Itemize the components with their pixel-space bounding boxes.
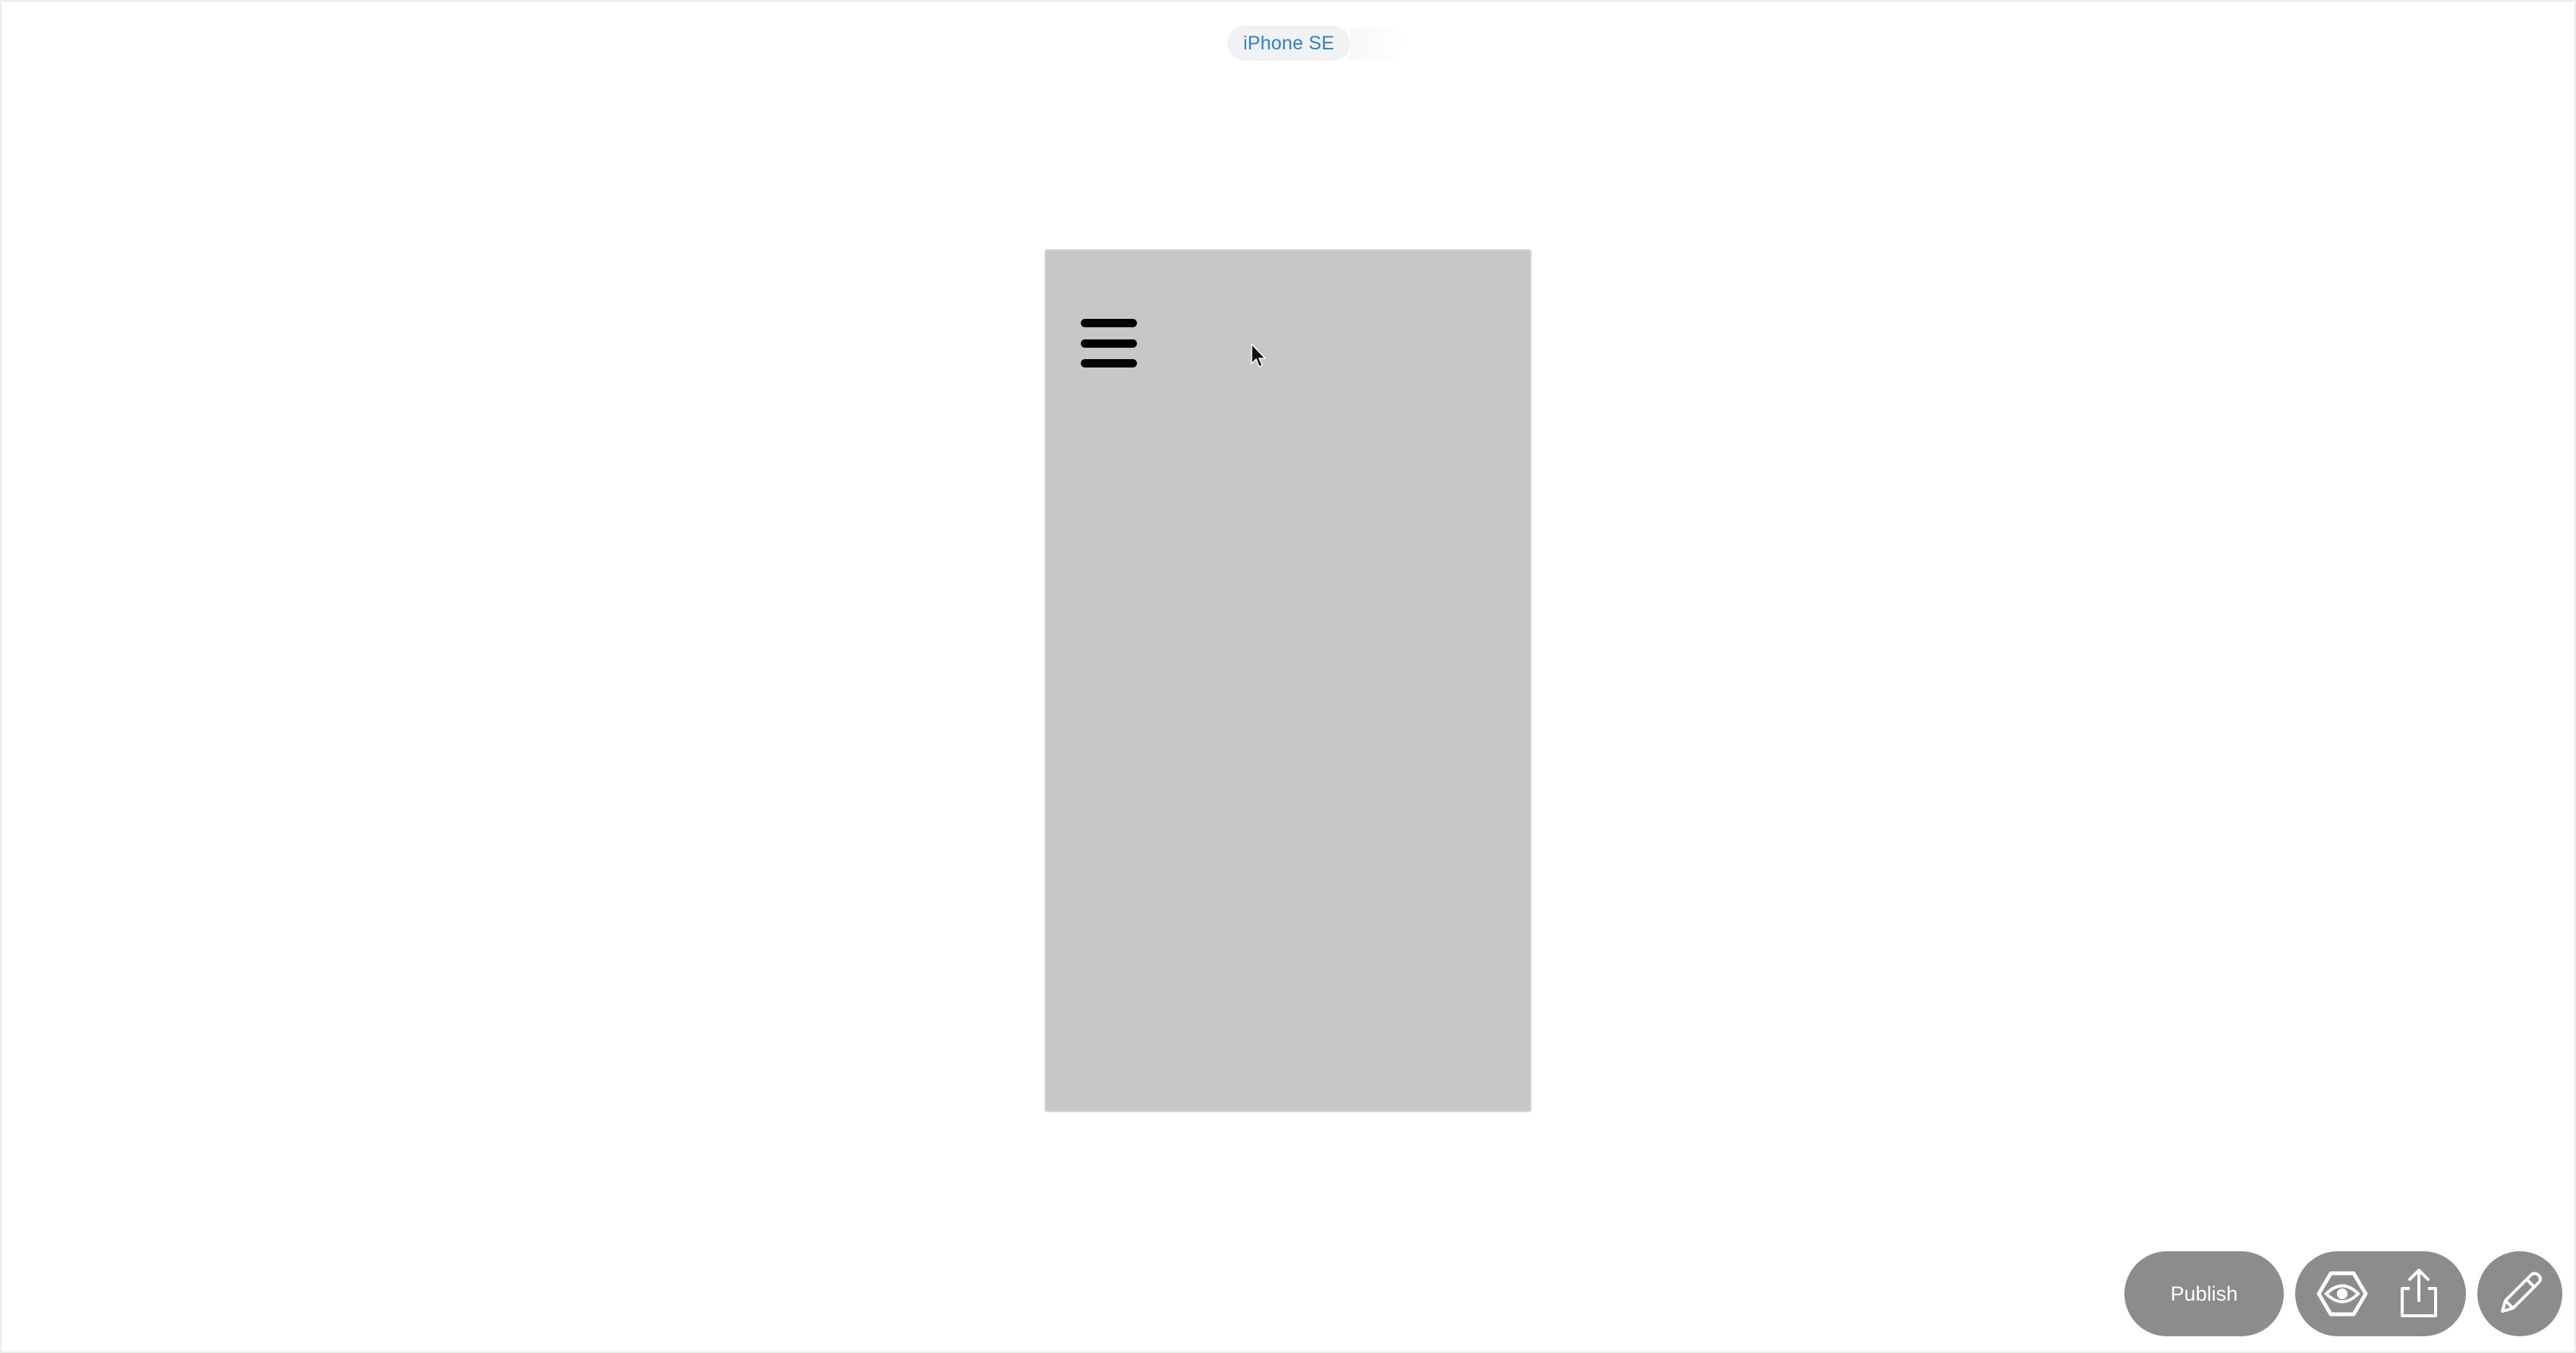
editor-canvas: iPhone SE Publish xyxy=(0,0,2576,1353)
device-selector-pill[interactable]: iPhone SE xyxy=(1227,26,1350,61)
hamburger-bar-middle xyxy=(1081,339,1137,348)
publish-button[interactable]: Publish xyxy=(2124,1251,2284,1336)
share-upload-icon xyxy=(2400,1269,2437,1317)
device-selector-label: iPhone SE xyxy=(1243,32,1334,54)
device-pill-shadow xyxy=(1350,27,1405,59)
hamburger-bar-bottom xyxy=(1081,359,1137,367)
share-button[interactable] xyxy=(2385,1260,2453,1328)
edit-button[interactable] xyxy=(2477,1251,2562,1336)
phone-preview-frame xyxy=(1044,249,1532,1112)
eye-hexagon-icon xyxy=(2316,1271,2368,1317)
mouse-cursor-icon xyxy=(1251,343,1266,367)
preview-share-group xyxy=(2295,1251,2466,1336)
hamburger-bar-top xyxy=(1081,319,1137,327)
preview-button[interactable] xyxy=(2308,1260,2376,1328)
publish-button-label: Publish xyxy=(2170,1282,2238,1305)
hamburger-menu-icon[interactable] xyxy=(1081,319,1137,367)
pencil-icon xyxy=(2501,1272,2542,1313)
